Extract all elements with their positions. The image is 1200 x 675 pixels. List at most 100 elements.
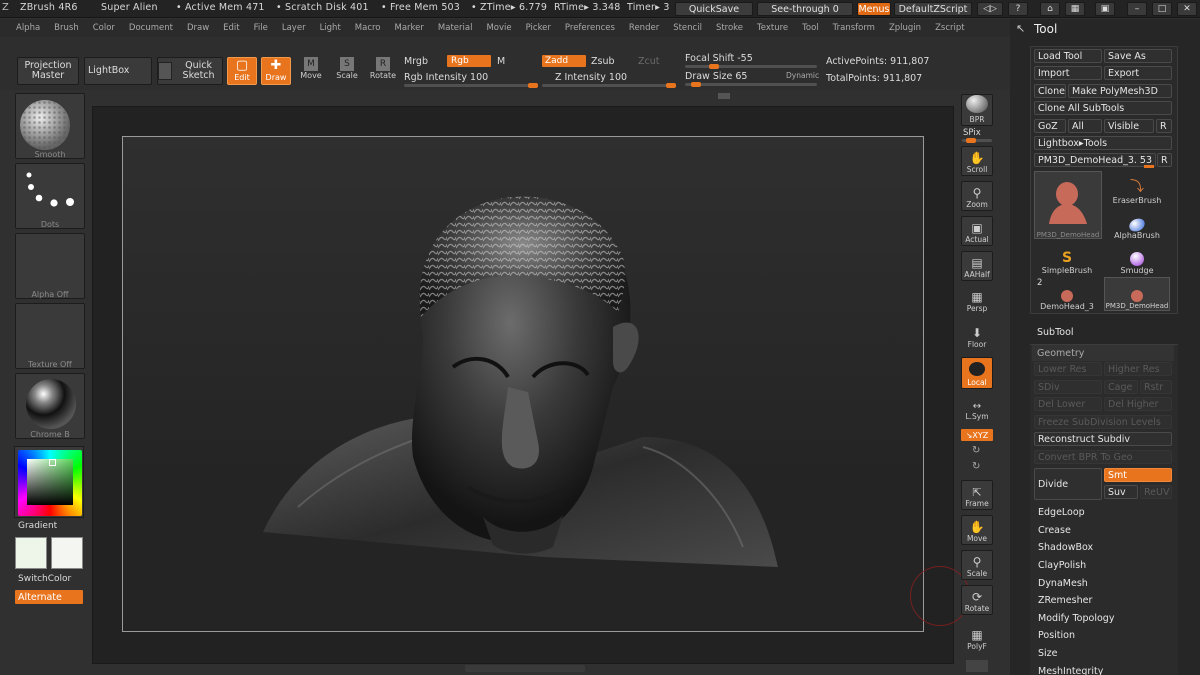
z-intensity-thumb[interactable]	[666, 83, 676, 88]
suv-toggle[interactable]: Suv	[1104, 485, 1138, 499]
zoom-button[interactable]: ⚲ Zoom	[961, 181, 993, 211]
menu-item-texture[interactable]: Texture	[757, 23, 788, 33]
goz-all-button[interactable]: All	[1068, 119, 1102, 133]
m-toggle[interactable]: M	[497, 56, 505, 67]
alternate-button[interactable]: Alternate	[15, 590, 83, 604]
divide-button[interactable]: Divide	[1034, 468, 1102, 500]
lightbox-button[interactable]: LightBox	[84, 57, 152, 85]
local-button[interactable]: Local	[961, 357, 993, 389]
brush-slot[interactable]: Smooth	[15, 93, 85, 159]
rgb-intensity-thumb[interactable]	[528, 83, 538, 88]
home-icon[interactable]: ⌂	[1040, 2, 1060, 16]
tool-simplebrush[interactable]: S SimpleBrush	[1034, 241, 1100, 275]
mrgb-toggle[interactable]: Mrgb	[404, 56, 428, 67]
clone-all-subtools-button[interactable]: Clone All SubTools	[1034, 101, 1172, 115]
tool-thumb-pm3d-large[interactable]: PM3D_DemoHead	[1034, 171, 1102, 239]
xyz-toggle[interactable]: ↘XYZ	[961, 429, 993, 441]
menu-item-color[interactable]: Color	[93, 23, 115, 33]
section-position[interactable]: Position	[1032, 627, 1174, 645]
focal-shift-thumb[interactable]	[709, 64, 720, 69]
menus-button[interactable]: Menus	[857, 2, 891, 16]
lower-res-button[interactable]: Lower Res	[1034, 362, 1102, 376]
goz-button[interactable]: GoZ	[1034, 119, 1066, 133]
zcut-toggle[interactable]: Zcut	[638, 56, 659, 67]
menu-item-zplugin[interactable]: Zplugin	[889, 23, 921, 33]
main-color-swatch[interactable]	[15, 537, 47, 569]
reconstruct-subdiv-button[interactable]: Reconstruct Subdiv	[1034, 432, 1172, 446]
floor-button[interactable]: ⬇ Floor	[961, 322, 993, 350]
del-higher-button[interactable]: Del Higher	[1104, 397, 1172, 411]
import-button[interactable]: Import	[1034, 66, 1102, 80]
menu-item-brush[interactable]: Brush	[54, 23, 79, 33]
transp-button[interactable]	[966, 660, 988, 672]
menu-item-preferences[interactable]: Preferences	[565, 23, 615, 33]
demo-head-model[interactable]	[123, 137, 925, 633]
maximize-icon[interactable]: □	[1152, 2, 1172, 16]
help-icon[interactable]: ?	[1008, 2, 1028, 16]
focal-shift-slider[interactable]	[685, 64, 817, 69]
zsub-toggle[interactable]: Zsub	[591, 56, 615, 67]
menu-item-marker[interactable]: Marker	[395, 23, 424, 33]
menu-item-material[interactable]: Material	[438, 23, 473, 33]
gradient-label[interactable]: Gradient	[18, 521, 57, 531]
menu-item-macro[interactable]: Macro	[355, 23, 381, 33]
tool-eraserbrush[interactable]: ⤵ EraserBrush	[1104, 171, 1170, 205]
scale-button[interactable]: S Scale	[332, 57, 362, 85]
geometry-section[interactable]: Geometry	[1032, 345, 1174, 361]
sdiv-slider[interactable]: SDiv	[1034, 380, 1102, 394]
save-as-button[interactable]: Save As	[1104, 49, 1172, 63]
section-size[interactable]: Size	[1032, 645, 1174, 663]
tool-alphabrush[interactable]: AlphaBrush	[1104, 206, 1170, 240]
scale-view-button[interactable]: ⚲ Scale	[961, 550, 993, 580]
draw-size-thumb[interactable]	[690, 82, 701, 87]
goz-r-button[interactable]: R	[1156, 119, 1172, 133]
texture-slot[interactable]: Texture Off	[15, 303, 85, 369]
rotate-y-icon[interactable]: ↻	[972, 445, 980, 456]
load-tool-button[interactable]: Load Tool	[1034, 49, 1102, 63]
cage-button[interactable]: Cage	[1104, 380, 1138, 394]
persp-button[interactable]: ▦ Persp	[961, 288, 993, 314]
section-edgeloop[interactable]: EdgeLoop	[1032, 504, 1174, 522]
rstr-button[interactable]: Rstr	[1140, 380, 1172, 394]
move-view-button[interactable]: ✋ Move	[961, 515, 993, 545]
higher-res-button[interactable]: Higher Res	[1104, 362, 1172, 376]
section-modify-topology[interactable]: Modify Topology	[1032, 610, 1174, 628]
quick-sketch-button[interactable]: Quick Sketch	[157, 57, 223, 85]
scroll-button[interactable]: ✋ Scroll	[961, 146, 993, 176]
subtool-section[interactable]: SubTool	[1032, 324, 1174, 340]
move-button[interactable]: M Move	[296, 57, 326, 85]
tool-demohead3[interactable]: DemoHead_3	[1034, 277, 1100, 311]
material-slot[interactable]: Chrome B	[15, 373, 85, 439]
menu-item-file[interactable]: File	[254, 23, 268, 33]
rotate-button[interactable]: R Rotate	[368, 57, 398, 85]
section-zremesher[interactable]: ZRemesher	[1032, 592, 1174, 610]
color-cursor[interactable]	[49, 459, 56, 466]
smt-toggle[interactable]: Smt	[1104, 468, 1172, 482]
alpha-slot[interactable]: Alpha Off	[15, 233, 85, 299]
menu-item-alpha[interactable]: Alpha	[16, 23, 40, 33]
make-polymesh-button[interactable]: Make PolyMesh3D	[1068, 84, 1172, 98]
menu-item-tool[interactable]: Tool	[802, 23, 819, 33]
menu-item-transform[interactable]: Transform	[833, 23, 875, 33]
export-button[interactable]: Export	[1104, 66, 1172, 80]
z-intensity-slider[interactable]	[542, 83, 676, 88]
menu-item-zscript[interactable]: Zscript	[935, 23, 965, 33]
menu-item-movie[interactable]: Movie	[486, 23, 511, 33]
frame-button[interactable]: ⇱ Frame	[961, 480, 993, 510]
dynamic-toggle[interactable]: Dynamic	[786, 71, 819, 80]
freeze-subdiv-button[interactable]: Freeze SubDivision Levels	[1034, 415, 1172, 429]
lsym-button[interactable]: ↔ L.Sym	[961, 398, 993, 422]
rotate-view-button[interactable]: ⟳ Rotate	[961, 585, 993, 615]
bpr-button[interactable]: BPR	[961, 94, 993, 126]
spix-thumb[interactable]	[966, 138, 976, 143]
menu-item-picker[interactable]: Picker	[526, 23, 551, 33]
aahalf-button[interactable]: ▤ AAHalf	[961, 251, 993, 281]
quicksave-button[interactable]: QuickSave	[675, 2, 753, 16]
default-zscript-button[interactable]: DefaultZScript	[894, 2, 972, 16]
section-shadowbox[interactable]: ShadowBox	[1032, 539, 1174, 557]
rgb-toggle[interactable]: Rgb	[447, 55, 491, 67]
minimize-icon[interactable]: –	[1127, 2, 1147, 16]
menu-item-stencil[interactable]: Stencil	[673, 23, 702, 33]
rotate-z-icon[interactable]: ↻	[972, 461, 980, 472]
lightbox-tools-button[interactable]: Lightbox▸Tools	[1034, 136, 1172, 150]
